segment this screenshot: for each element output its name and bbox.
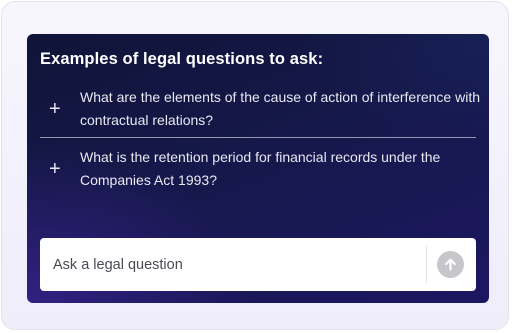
example-question-1[interactable]: + What are the elements of the cause of …	[27, 86, 489, 137]
example-question-2[interactable]: + What is the retention period for finan…	[27, 146, 489, 196]
ask-question-input[interactable]	[40, 238, 426, 291]
example-question-text: What is the retention period for financi…	[80, 149, 441, 188]
plus-icon: +	[49, 158, 61, 180]
input-separator	[426, 246, 427, 283]
send-button[interactable]	[437, 251, 464, 278]
legal-questions-panel: Examples of legal questions to ask: + Wh…	[27, 34, 489, 303]
panel-heading: Examples of legal questions to ask:	[40, 50, 324, 68]
question-divider	[40, 137, 476, 138]
arrow-up-icon	[445, 258, 456, 271]
example-question-text: What are the elements of the cause of ac…	[80, 89, 480, 128]
page-frame: Examples of legal questions to ask: + Wh…	[1, 1, 509, 330]
plus-icon: +	[49, 98, 61, 120]
ask-question-box	[40, 238, 476, 291]
